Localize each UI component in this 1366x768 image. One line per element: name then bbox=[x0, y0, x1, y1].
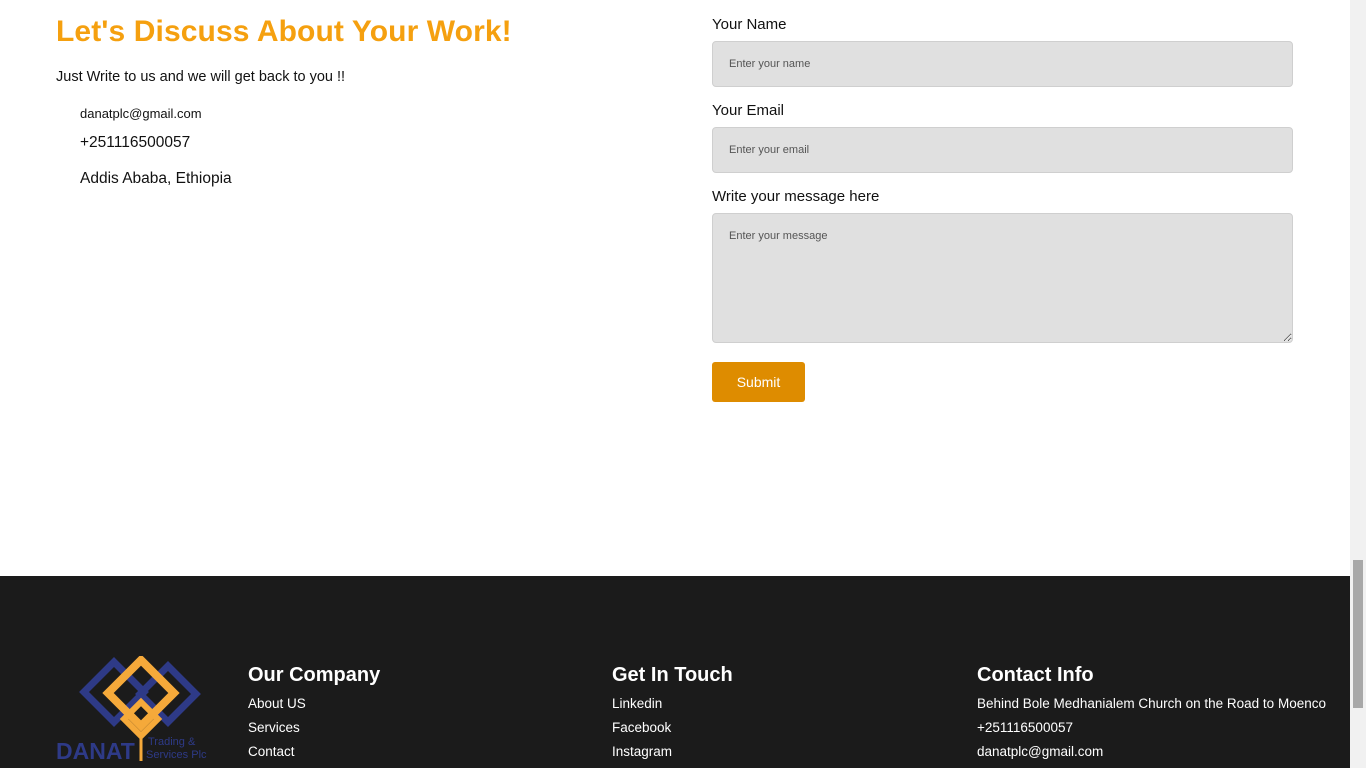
footer-our-company-title: Our Company bbox=[248, 664, 381, 686]
footer-get-in-touch-title: Get In Touch bbox=[612, 664, 733, 686]
footer-contact-address: Behind Bole Medhanialem Church on the Ro… bbox=[977, 696, 1326, 711]
footer-link-facebook[interactable]: Facebook bbox=[612, 719, 733, 743]
footer-our-company: Our Company About US Services Contact bbox=[248, 664, 380, 767]
footer-contact-info: Contact Info Behind Bole Medhanialem Chu… bbox=[977, 664, 1326, 767]
contact-phone: +251116500057 bbox=[80, 134, 191, 151]
danat-logo[interactable]: DANAT Trading & Services Plc bbox=[56, 654, 216, 766]
footer-link-services[interactable]: Services bbox=[248, 719, 380, 743]
footer-contact-info-title: Contact Info bbox=[977, 664, 1094, 686]
footer-contact-phone: +251116500057 bbox=[977, 720, 1073, 735]
footer: DANAT Trading & Services Plc Our Company… bbox=[0, 576, 1350, 768]
email-label: Your Email bbox=[712, 102, 784, 119]
footer-get-in-touch: Get In Touch Linkedin Facebook Instagram bbox=[612, 664, 733, 767]
footer-link-instagram[interactable]: Instagram bbox=[612, 743, 733, 767]
footer-link-contact[interactable]: Contact bbox=[248, 743, 380, 767]
name-label: Your Name bbox=[712, 16, 787, 33]
svg-text:Services Plc: Services Plc bbox=[146, 749, 207, 761]
page-title: Let's Discuss About Your Work! bbox=[56, 15, 512, 48]
svg-text:DANAT: DANAT bbox=[56, 738, 135, 764]
email-input[interactable] bbox=[712, 127, 1293, 173]
svg-text:Trading &: Trading & bbox=[148, 736, 196, 748]
message-label: Write your message here bbox=[712, 188, 880, 205]
page: Let's Discuss About Your Work! Just Writ… bbox=[0, 0, 1350, 768]
scrollbar-thumb[interactable] bbox=[1353, 560, 1363, 708]
contact-email: danatplc@gmail.com bbox=[80, 106, 202, 121]
name-input[interactable] bbox=[712, 41, 1293, 87]
submit-button[interactable]: Submit bbox=[712, 362, 805, 402]
footer-link-linkedin[interactable]: Linkedin bbox=[612, 695, 733, 719]
vertical-scrollbar[interactable] bbox=[1350, 0, 1366, 768]
danat-logo-icon: DANAT Trading & Services Plc bbox=[56, 654, 207, 764]
contact-address: Addis Ababa, Ethiopia bbox=[80, 170, 232, 187]
contact-subtext: Just Write to us and we will get back to… bbox=[56, 69, 346, 85]
footer-contact-email: danatplc@gmail.com bbox=[977, 744, 1104, 759]
footer-link-about-us[interactable]: About US bbox=[248, 695, 380, 719]
message-textarea[interactable] bbox=[712, 213, 1293, 343]
